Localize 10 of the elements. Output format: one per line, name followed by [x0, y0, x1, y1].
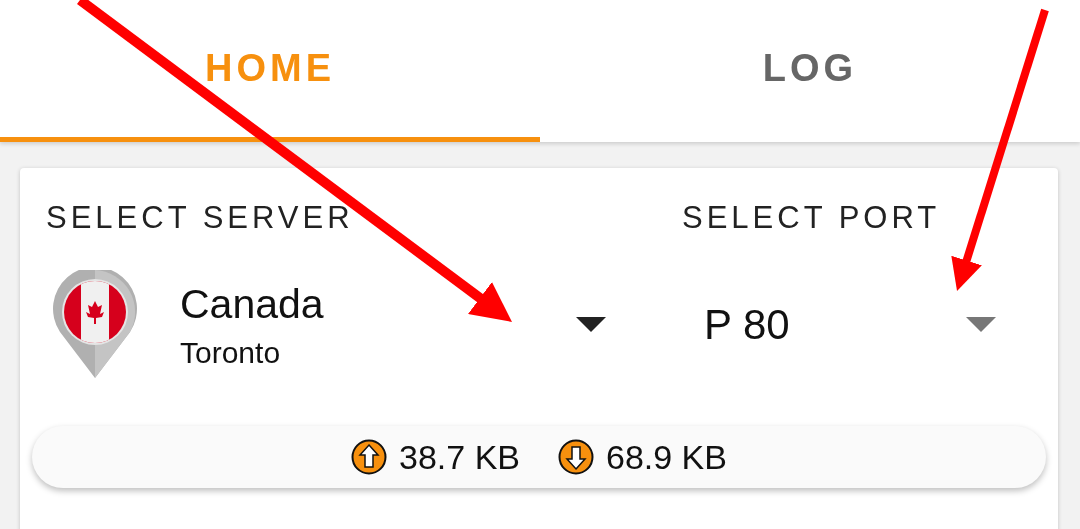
port-value: P 80 — [703, 301, 791, 349]
dropdown-caret-icon[interactable] — [576, 317, 606, 333]
upload-amount: 38.7 KB — [399, 437, 520, 477]
tab[interactable]: LOG — [540, 0, 1080, 142]
city-name: Toronto — [180, 335, 282, 370]
section-label: SELECT SERVER — [46, 200, 354, 236]
country-name: Canada — [180, 280, 325, 328]
flag-pin-icon — [52, 270, 138, 380]
section-label: SELECT PORT — [682, 200, 941, 236]
download-amount: 68.9 KB — [606, 437, 727, 477]
